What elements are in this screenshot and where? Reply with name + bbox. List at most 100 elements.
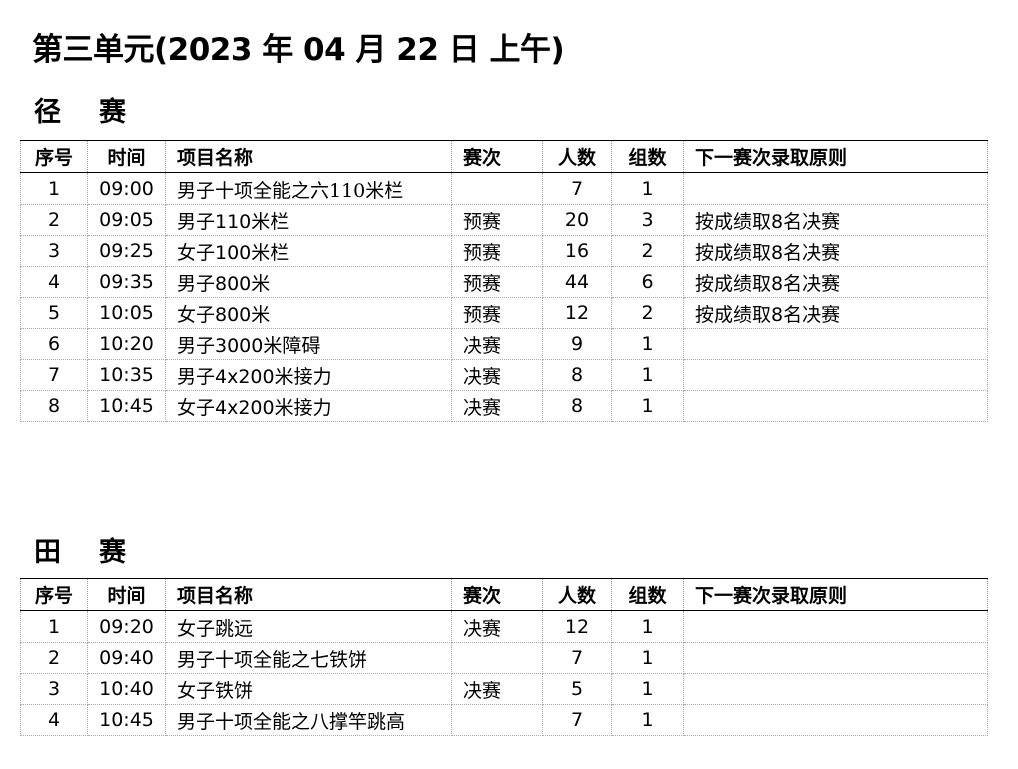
cell-rule — [683, 673, 988, 705]
cell-time: 10:40 — [87, 673, 166, 705]
cell-time: 09:20 — [87, 610, 166, 643]
cell-rule — [683, 704, 988, 736]
table-row: 3 10:40 女子铁饼 决赛 5 1 — [20, 673, 988, 705]
column-header-event: 项目名称 — [165, 140, 452, 173]
column-header-time: 时间 — [87, 578, 166, 611]
cell-round — [451, 704, 543, 736]
table-row: 2 09:40 男子十项全能之七铁饼 7 1 — [20, 642, 988, 674]
column-header-count: 人数 — [542, 578, 612, 611]
table-header-row: 序号 时间 项目名称 赛次 人数 组数 下一赛次录取原则 — [20, 578, 988, 611]
cell-rule — [683, 390, 988, 422]
track-events-table: 序号 时间 项目名称 赛次 人数 组数 下一赛次录取原则 1 09:00 男子十… — [20, 140, 988, 422]
cell-count: 5 — [542, 673, 612, 705]
field-section-title: 田赛 — [34, 537, 164, 568]
cell-time: 10:45 — [87, 390, 166, 422]
column-header-count: 人数 — [542, 140, 612, 173]
cell-event: 女子铁饼 — [165, 673, 452, 705]
cell-rule — [683, 359, 988, 391]
cell-no: 4 — [20, 266, 88, 298]
page-title: 第三单元(2023 年 04 月 22 日 上午) — [32, 32, 565, 68]
cell-round — [451, 642, 543, 674]
cell-groups: 1 — [611, 390, 684, 422]
cell-event: 男子4x200米接力 — [165, 359, 452, 391]
cell-event: 男子十项全能之六110米栏 — [165, 172, 452, 205]
table-row: 8 10:45 女子4x200米接力 决赛 8 1 — [20, 390, 988, 422]
cell-groups: 2 — [611, 297, 684, 329]
cell-rule — [683, 328, 988, 360]
cell-groups: 1 — [611, 673, 684, 705]
cell-groups: 1 — [611, 172, 684, 205]
cell-no: 1 — [20, 172, 88, 205]
cell-no: 3 — [20, 235, 88, 267]
cell-count: 16 — [542, 235, 612, 267]
field-events-table: 序号 时间 项目名称 赛次 人数 组数 下一赛次录取原则 1 09:20 女子跳… — [20, 578, 988, 736]
cell-time: 09:05 — [87, 204, 166, 236]
cell-round: 预赛 — [451, 266, 543, 298]
table-row: 4 09:35 男子800米 预赛 44 6 按成绩取8名决赛 — [20, 266, 988, 298]
cell-groups: 1 — [611, 610, 684, 643]
cell-event: 男子800米 — [165, 266, 452, 298]
column-header-round: 赛次 — [451, 140, 543, 173]
cell-event: 女子跳远 — [165, 610, 452, 643]
cell-groups: 1 — [611, 359, 684, 391]
cell-round: 预赛 — [451, 297, 543, 329]
cell-rule — [683, 610, 988, 643]
table-row: 6 10:20 男子3000米障碍 决赛 9 1 — [20, 328, 988, 360]
cell-event: 女子100米栏 — [165, 235, 452, 267]
cell-count: 12 — [542, 610, 612, 643]
cell-no: 6 — [20, 328, 88, 360]
column-header-time: 时间 — [87, 140, 166, 173]
table-row: 1 09:00 男子十项全能之六110米栏 7 1 — [20, 172, 988, 205]
cell-no: 2 — [20, 642, 88, 674]
column-header-groups: 组数 — [611, 140, 684, 173]
cell-count: 7 — [542, 704, 612, 736]
table-row: 4 10:45 男子十项全能之八撑竿跳高 7 1 — [20, 704, 988, 736]
cell-event: 男子十项全能之七铁饼 — [165, 642, 452, 674]
cell-event: 男子3000米障碍 — [165, 328, 452, 360]
cell-groups: 1 — [611, 704, 684, 736]
cell-rule — [683, 172, 988, 205]
table-row: 7 10:35 男子4x200米接力 决赛 8 1 — [20, 359, 988, 391]
cell-count: 12 — [542, 297, 612, 329]
column-header-no: 序号 — [20, 140, 88, 173]
cell-no: 3 — [20, 673, 88, 705]
cell-no: 1 — [20, 610, 88, 643]
cell-time: 10:05 — [87, 297, 166, 329]
cell-rule: 按成绩取8名决赛 — [683, 297, 988, 329]
cell-no: 2 — [20, 204, 88, 236]
cell-time: 10:20 — [87, 328, 166, 360]
cell-count: 8 — [542, 390, 612, 422]
cell-no: 4 — [20, 704, 88, 736]
cell-time: 10:35 — [87, 359, 166, 391]
cell-no: 5 — [20, 297, 88, 329]
cell-groups: 1 — [611, 642, 684, 674]
column-header-no: 序号 — [20, 578, 88, 611]
cell-rule: 按成绩取8名决赛 — [683, 235, 988, 267]
cell-count: 9 — [542, 328, 612, 360]
column-header-round: 赛次 — [451, 578, 543, 611]
cell-count: 7 — [542, 642, 612, 674]
cell-round: 决赛 — [451, 610, 543, 643]
cell-rule: 按成绩取8名决赛 — [683, 204, 988, 236]
cell-count: 20 — [542, 204, 612, 236]
column-header-rule: 下一赛次录取原则 — [683, 578, 988, 611]
table-header-row: 序号 时间 项目名称 赛次 人数 组数 下一赛次录取原则 — [20, 140, 988, 173]
cell-time: 10:45 — [87, 704, 166, 736]
cell-groups: 3 — [611, 204, 684, 236]
cell-event: 女子4x200米接力 — [165, 390, 452, 422]
cell-event: 女子800米 — [165, 297, 452, 329]
cell-no: 7 — [20, 359, 88, 391]
cell-round: 预赛 — [451, 204, 543, 236]
column-header-rule: 下一赛次录取原则 — [683, 140, 988, 173]
cell-time: 09:00 — [87, 172, 166, 205]
cell-event: 男子十项全能之八撑竿跳高 — [165, 704, 452, 736]
table-row: 3 09:25 女子100米栏 预赛 16 2 按成绩取8名决赛 — [20, 235, 988, 267]
cell-groups: 1 — [611, 328, 684, 360]
column-header-groups: 组数 — [611, 578, 684, 611]
column-header-event: 项目名称 — [165, 578, 452, 611]
cell-groups: 2 — [611, 235, 684, 267]
cell-round: 决赛 — [451, 359, 543, 391]
table-row: 1 09:20 女子跳远 决赛 12 1 — [20, 610, 988, 643]
cell-count: 44 — [542, 266, 612, 298]
cell-round: 预赛 — [451, 235, 543, 267]
